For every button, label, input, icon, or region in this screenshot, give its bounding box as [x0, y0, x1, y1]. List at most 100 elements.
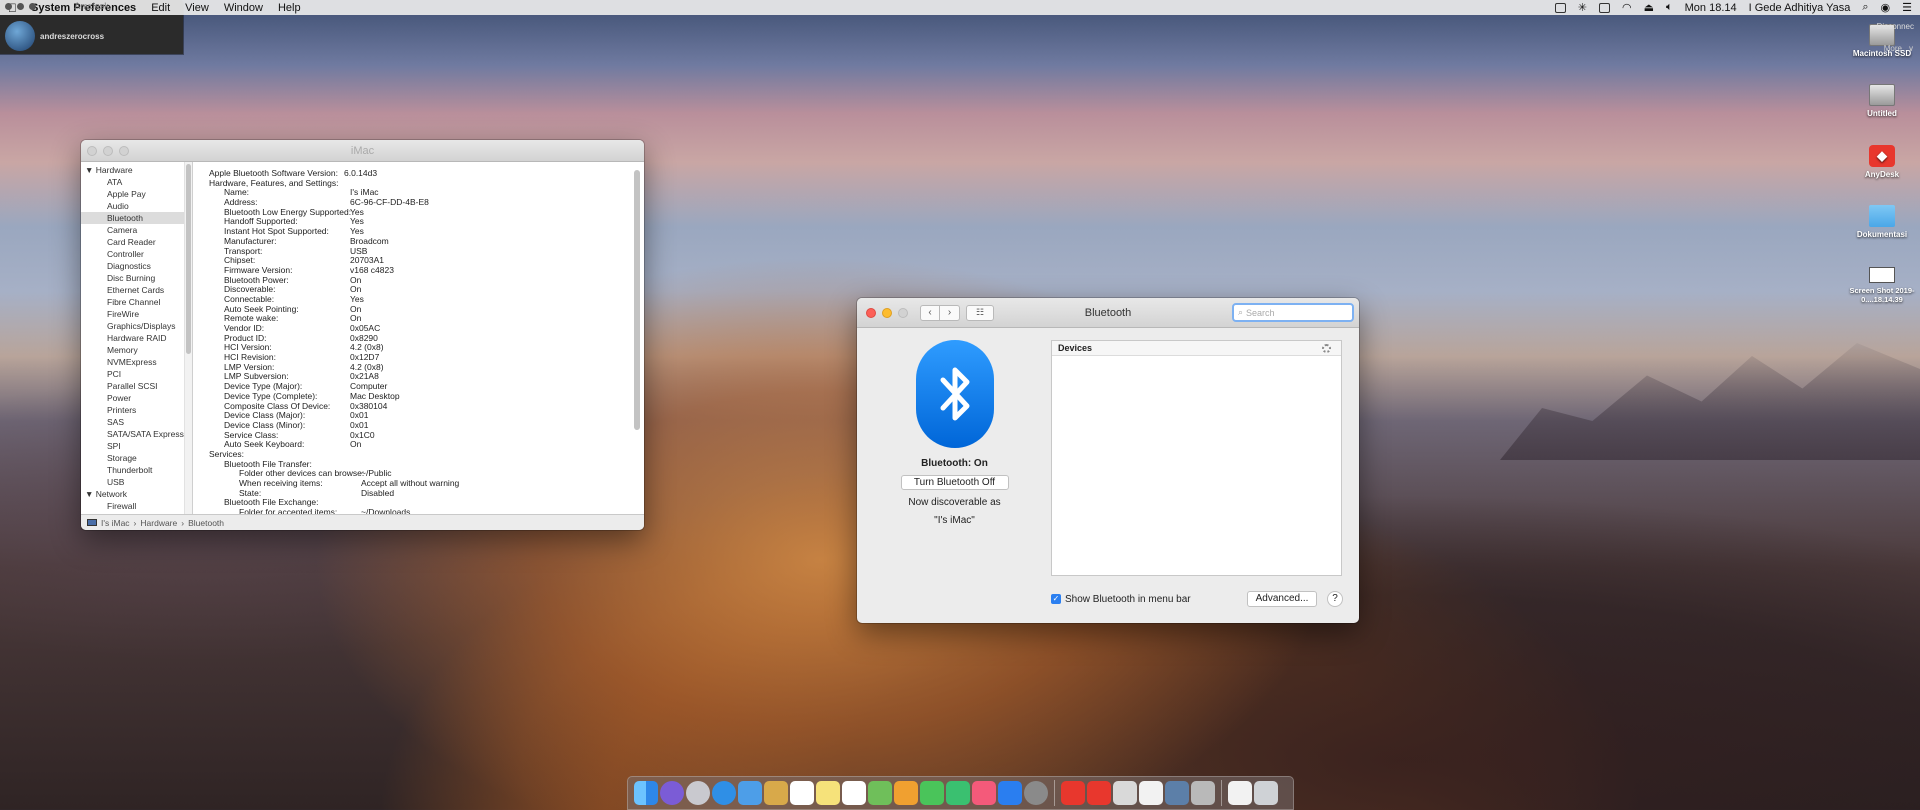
tree-group-network[interactable]: ▼ Network — [81, 488, 192, 500]
menu-help[interactable]: Help — [278, 2, 301, 14]
chevron-right-icon: › — [181, 517, 185, 528]
bluetooth-status: Bluetooth: On — [921, 458, 988, 469]
wifi-menu-icon[interactable]: ◠ — [1622, 1, 1632, 14]
desktop-icon-untitled[interactable]: Untitled — [1842, 84, 1920, 118]
notification-center-icon[interactable]: ☰ — [1902, 1, 1912, 14]
menu-view[interactable]: View — [185, 2, 209, 14]
disconnect-button[interactable]: Disconnec — [1877, 22, 1914, 31]
network-utility-icon[interactable] — [1165, 781, 1189, 805]
facetime-icon[interactable] — [946, 781, 970, 805]
anydesk-icon[interactable] — [1061, 781, 1085, 805]
launchpad-icon[interactable] — [686, 781, 710, 805]
window-titlebar[interactable]: ‹ › ☷ Bluetooth ⌕ Search — [857, 298, 1359, 328]
tree-item[interactable]: Hardware RAID — [81, 332, 192, 344]
appstore-icon[interactable] — [998, 781, 1022, 805]
tree-item[interactable]: SPI — [81, 440, 192, 452]
more-menu-button[interactable]: More — [1884, 44, 1902, 53]
tree-item[interactable]: Memory — [81, 344, 192, 356]
search-field[interactable]: ⌕ Search — [1232, 303, 1354, 322]
desktop-icon-anydesk[interactable]: ◆ AnyDesk — [1842, 145, 1920, 179]
detail-row: Product ID: 0x8290 — [209, 333, 644, 344]
tree-item[interactable]: Disc Burning — [81, 272, 192, 284]
tree-item[interactable]: Printers — [81, 404, 192, 416]
tree-item[interactable]: Camera — [81, 224, 192, 236]
tree-scrollbar[interactable] — [184, 162, 192, 514]
menu-window[interactable]: Window — [224, 2, 263, 14]
tree-item[interactable]: Graphics/Displays — [81, 320, 192, 332]
calendar-icon[interactable] — [790, 781, 814, 805]
tree-item[interactable]: FireWire — [81, 308, 192, 320]
desktop-icon-screenshot[interactable]: Screen Shot 2019-0....18.14.39 — [1842, 267, 1920, 304]
maps-icon[interactable] — [868, 781, 892, 805]
siri-icon[interactable] — [660, 781, 684, 805]
stickies-icon[interactable] — [816, 781, 840, 805]
breadcrumb-item[interactable]: I's iMac — [101, 518, 130, 528]
show-in-menubar-checkbox[interactable]: ✓ — [1051, 594, 1061, 604]
messages-icon[interactable] — [920, 781, 944, 805]
minimize-button[interactable] — [103, 145, 113, 156]
tree-item[interactable]: Thunderbolt — [81, 464, 192, 476]
close-button[interactable] — [87, 145, 97, 156]
tree-item[interactable]: Storage — [81, 452, 192, 464]
bluetooth-menu-icon[interactable]: ✳ — [1578, 1, 1587, 14]
tree-item[interactable]: Power — [81, 392, 192, 404]
window-titlebar[interactable]: iMac — [81, 140, 644, 162]
itunes-icon[interactable] — [972, 781, 996, 805]
advanced-button[interactable]: Advanced... — [1247, 591, 1317, 607]
safari-icon[interactable] — [712, 781, 736, 805]
category-tree[interactable]: ▼ Hardware ATA Apple Pay Audio Bluetooth Came… — [81, 162, 193, 514]
spotlight-search-icon[interactable]: ⌕ — [1862, 1, 1868, 14]
tree-item[interactable]: SAS — [81, 416, 192, 428]
tree-item[interactable]: Controller — [81, 248, 192, 260]
breadcrumb-item[interactable]: Hardware — [140, 518, 177, 528]
eject-menu-icon[interactable]: ⏏ — [1644, 1, 1654, 14]
detail-row: Hardware, Features, and Settings: — [209, 178, 644, 189]
tree-item[interactable]: PCI — [81, 368, 192, 380]
preview-icon[interactable] — [1113, 781, 1137, 805]
anydesk-user: andreszerocross — [40, 32, 105, 41]
tree-item[interactable]: Firewall — [81, 500, 192, 512]
textedit-icon[interactable] — [1139, 781, 1163, 805]
tree-item[interactable]: Apple Pay — [81, 188, 192, 200]
tree-item[interactable]: Fibre Channel — [81, 296, 192, 308]
menu-user[interactable]: I Gede Adhitiya Yasa — [1749, 2, 1851, 14]
desktop-icon-dokumentasi[interactable]: Dokumentasi — [1842, 205, 1920, 239]
tree-item[interactable]: NVMExpress — [81, 356, 192, 368]
turn-bluetooth-off-button[interactable]: Turn Bluetooth Off — [900, 475, 1009, 490]
volume-menu-icon[interactable]: 🔈︎ — [1666, 1, 1673, 14]
help-button[interactable]: ? — [1327, 591, 1343, 607]
detail-row: Discoverable: On — [209, 285, 644, 295]
tree-item[interactable]: Diagnostics — [81, 260, 192, 272]
detail-row: When receiving items: Accept all without … — [209, 478, 644, 489]
tree-item[interactable]: SATA/SATA Express — [81, 428, 192, 440]
loading-spinner-icon — [1322, 344, 1331, 353]
tree-item[interactable]: USB — [81, 476, 192, 488]
anydesk-icon[interactable] — [1087, 781, 1111, 805]
tree-item[interactable]: Card Reader — [81, 236, 192, 248]
tree-item[interactable]: Bluetooth — [81, 212, 192, 224]
display-menu-icon[interactable] — [1554, 2, 1566, 13]
show-in-menubar-label[interactable]: Show Bluetooth in menu bar — [1065, 594, 1191, 605]
breadcrumb-item[interactable]: Bluetooth — [188, 518, 224, 528]
tree-item[interactable]: Audio — [81, 200, 192, 212]
menu-clock[interactable]: Mon 18.14 — [1685, 2, 1737, 14]
system-preferences-icon[interactable] — [1024, 781, 1048, 805]
zoom-button[interactable] — [119, 145, 129, 156]
airplay-menu-icon[interactable] — [1599, 2, 1611, 13]
reminders-icon[interactable] — [842, 781, 866, 805]
siri-menu-icon[interactable]: ◉ — [1881, 1, 1891, 14]
devices-list[interactable]: Devices — [1051, 340, 1342, 576]
notes-icon[interactable] — [764, 781, 788, 805]
tree-item[interactable]: Parallel SCSI — [81, 380, 192, 392]
trash-icon[interactable] — [1254, 781, 1278, 805]
tree-item[interactable]: Ethernet Cards — [81, 284, 192, 296]
automator-icon[interactable] — [1191, 781, 1215, 805]
mail-icon[interactable] — [738, 781, 762, 805]
photos-icon[interactable] — [894, 781, 918, 805]
tree-group-hardware[interactable]: ▼ Hardware — [81, 164, 192, 176]
finder-icon[interactable] — [634, 781, 658, 805]
document-icon[interactable] — [1228, 781, 1252, 805]
detail-value: Disabled — [361, 487, 395, 498]
tree-item[interactable]: ATA — [81, 176, 192, 188]
detail-row: Transport: USB — [209, 246, 644, 257]
